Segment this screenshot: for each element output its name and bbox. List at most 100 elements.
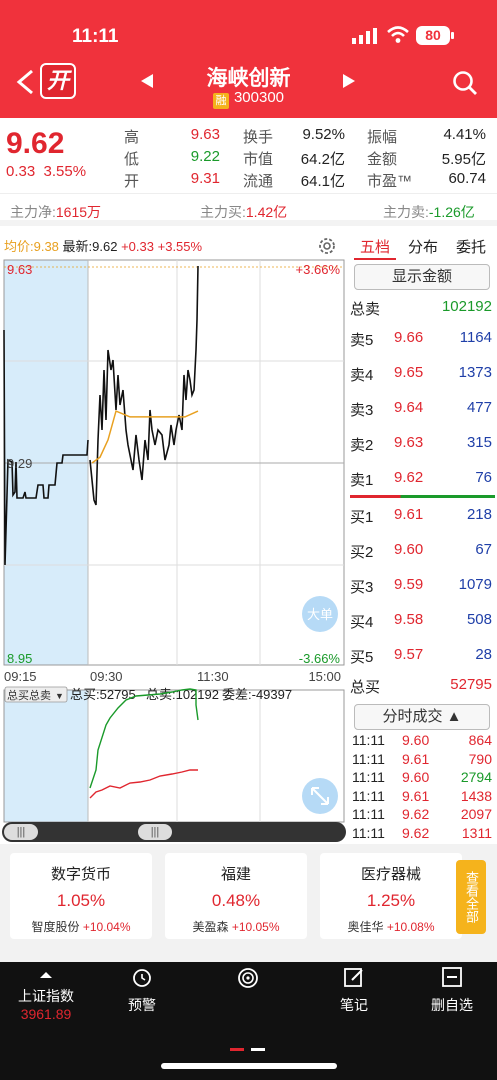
next-stock-icon[interactable] [342,73,356,89]
tick-row: 11:11 9.60 864 [352,732,492,748]
home-indicator[interactable] [161,1063,337,1069]
stat-label: 流通 [243,173,274,190]
ask-row: 卖1 9.62 76 [350,469,492,489]
tick-row: 11:11 9.62 2097 [352,806,492,822]
alarm-icon [133,969,151,987]
tick-row: 11:11 9.61 1438 [352,787,492,804]
stat-value: 9.63 [190,126,220,143]
big-order-label: 大单 [307,607,333,622]
ask-row: 卖4 9.65 1373 [350,364,492,384]
sector-pct: 0.48% [211,891,261,910]
sector-name: 福建 [220,866,251,883]
main-buy: 主力买:1.42亿 [200,204,288,220]
stock-name: 海峡创新 [206,67,291,90]
sector-leader: 智度股份 +10.04% [31,920,131,934]
intraday-chart[interactable]: 9.63 +3.66% 9.29 8.95 -3.66% 09:15 09:30… [0,230,348,840]
intraday-chart-panel[interactable]: 均价:9.38 最新:9.62 +0.33 +3.55% 9.63 +3.66%… [0,230,348,844]
bid-row: 买3 9.59 1079 [350,576,492,596]
main-net: 主力净:1615万 [10,204,102,220]
sector-name: 数字货币 [50,866,111,883]
page-indicator [230,1038,266,1056]
wifi-icon [387,26,409,43]
ask-row: 卖2 9.63 315 [350,434,492,454]
price-change: 0.33 3.55% [6,163,87,180]
nav-notes[interactable]: 笔记 [334,966,374,1015]
ask-row: 卖3 9.64 477 [350,399,492,419]
x-tick-0915: 09:15 [4,669,37,684]
stat-label: 振幅 [367,129,398,146]
range-slider[interactable]: ||| ||| [2,822,346,842]
sector-card[interactable]: 数字货币 1.05% 智度股份 +10.04% [10,853,152,939]
svg-text:▼: ▼ [55,691,64,701]
y-bot-pct-label: -3.66% [299,651,341,666]
sub-chart-select: 总买总卖 [7,688,51,702]
target-icon [238,968,258,988]
see-all-button[interactable]: 查看全部 [456,860,486,934]
slider-handle-right[interactable]: ||| [138,824,172,840]
nav-target[interactable] [228,966,268,993]
stat-label: 低 [124,151,140,168]
stat-label: 换手 [243,129,274,146]
stat-label: 市盈™ [367,173,413,190]
book-tabs: 五档 分布 委托 [348,230,497,260]
total-buy-row: 总买 52795 [350,676,492,696]
stat-value: 64.2亿 [300,151,345,168]
stat-value: 9.52% [302,126,345,143]
total-sell-row: 总卖 102192 [350,298,492,318]
bid-row: 买1 9.61 218 [350,506,492,526]
x-tick-1500: 15:00 [308,669,341,684]
total-sell-line [89,769,198,799]
stat-value: 9.22 [190,148,220,165]
sector-card[interactable]: 福建 0.48% 美盈森 +10.05% [165,853,307,939]
main-force-flow: 主力净:1615万 主力买:1.42亿 主力卖:-1.26亿 [0,194,497,226]
tick-row: 11:11 9.60 2794 [352,769,492,785]
battery-icon: 80 [416,26,454,45]
app-header: 11:11 80 开 海峡创新 融 300300 [0,0,497,118]
y-top-label: 9.63 [7,262,32,277]
last-price: 9.62 [6,127,65,160]
tab-five-level[interactable]: 五档 [360,236,390,257]
y-mid-label: 9.29 [7,456,32,471]
signal-icon [352,28,377,44]
tab-distribution[interactable]: 分布 [408,236,438,257]
tick-trades-button[interactable]: 分时成交 ▲ [354,704,490,730]
stock-code: 300300 [233,89,285,106]
slider-handle-left[interactable]: ||| [4,824,38,840]
total-buy-line [89,688,199,789]
bid-row: 买5 9.57 28 [350,646,492,666]
sector-leader: 美盈森 +10.05% [192,920,280,934]
remove-box-icon [442,967,462,987]
stat-value: 4.41% [443,126,486,143]
order-book-panel: 五档 分布 委托 显示金额 总卖 102192 卖5 9.66 1164 卖4 9.65 1… [348,230,497,844]
nav-remove-watchlist[interactable]: 删自选 [428,966,476,1015]
nav-alert[interactable]: 预警 [122,966,162,1015]
sub-diff-label: 委差:-49397 [222,687,292,702]
stat-value: 64.1亿 [300,173,345,190]
stat-value: 9.31 [190,170,220,187]
nav-index[interactable]: 上证指数 3961.89 [16,966,76,1022]
ask-row: 卖5 9.66 1164 [350,329,492,349]
stock-code-line: 融 300300 [0,89,497,109]
search-icon[interactable] [452,70,478,96]
sector-leader: 奥佳华 +10.08% [347,920,435,934]
show-amount-button[interactable]: 显示金额 [354,264,490,290]
stat-label: 高 [124,129,140,146]
stat-label: 市值 [243,151,274,168]
sector-pct: 1.05% [56,891,106,910]
stat-value: 60.74 [448,170,486,187]
tick-row: 11:11 9.61 790 [352,750,492,767]
sector-card[interactable]: 医疗器械 1.25% 奥佳华 +10.08% [320,853,462,939]
tick-row: 11:11 9.62 1311 [352,824,492,841]
main-sell: 主力卖:-1.26亿 [383,204,475,220]
quote-panel: 9.62 0.33 3.55% 高 9.63 低 9.22 开 9.31 换手 9.52% 市值… [0,118,497,194]
margin-badge: 融 [212,93,229,109]
status-time: 11:11 [72,26,119,47]
buy-sell-ratio-bar [350,495,495,498]
related-sectors: 数字货币 1.05% 智度股份 +10.04% 福建 0.48% 美盈森 +10.05% 医… [0,844,497,962]
stat-label: 金额 [367,151,398,168]
tab-orders[interactable]: 委托 [456,236,486,257]
stat-label: 开 [124,173,140,190]
y-top-pct-label: +3.66% [296,262,341,277]
y-bot-label: 8.95 [7,651,32,666]
note-edit-icon [344,968,363,987]
